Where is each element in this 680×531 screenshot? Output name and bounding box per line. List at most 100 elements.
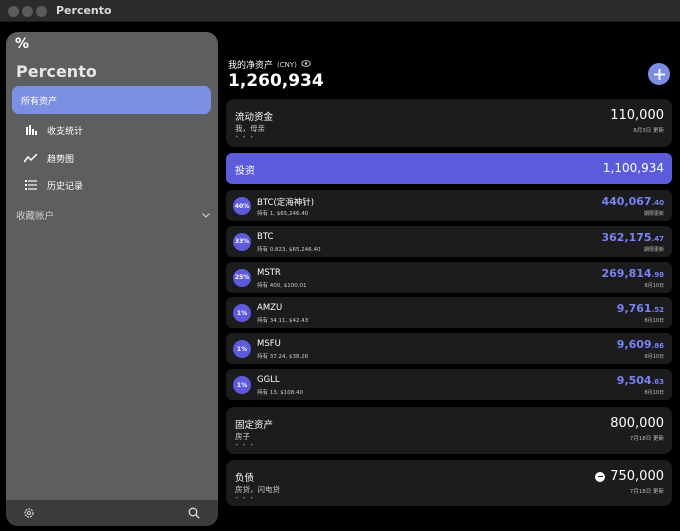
value-decimal: .52 (651, 306, 664, 315)
sidebar: % Percento 所有资产 收支统计 趋势图 历史记录 收藏帐户 (6, 32, 218, 526)
investment-header[interactable]: 投资 1,100,934 (226, 153, 672, 184)
value-integer: 9,504 (616, 374, 652, 387)
allocation-badge: 40% (233, 197, 251, 215)
trend-line-icon (23, 151, 39, 165)
bar-chart-icon (23, 123, 39, 137)
card-title: 负债 (235, 473, 255, 484)
app-name: Percento (16, 62, 97, 81)
holding-name: MSTR (257, 267, 281, 278)
card-title: 流动资金 (235, 112, 274, 123)
more-dots: • • • (235, 495, 255, 502)
holding-row[interactable]: 33% BTC 持有 0.823, $65,246.40 362,175.47 期限更新 (226, 225, 672, 257)
main-content: 我的净资产 (CNY) 1,260,934 流动资金 我，母亲 • • • 11… (226, 22, 680, 531)
holding-detail: 持有 13, $108.40 (257, 390, 303, 396)
favorite-accounts-header[interactable]: 收藏帐户 (16, 208, 210, 222)
holding-row[interactable]: 1% MSFU 持有 37.24, $38.26 9,609.86 8月10日 (226, 333, 672, 365)
value-decimal: .98 (651, 270, 664, 279)
eye-icon[interactable] (301, 59, 311, 70)
holding-date: 期限更新 (643, 211, 664, 217)
allocation-badge: 1% (233, 340, 251, 359)
more-dots: • • • (235, 442, 255, 449)
chevron-down-icon[interactable] (202, 210, 210, 221)
title-bar: Percento (0, 0, 680, 22)
sidebar-item-history[interactable]: 历史记录 (12, 171, 211, 199)
gear-icon[interactable] (22, 506, 36, 520)
holding-date: 8月10日 (644, 354, 664, 361)
add-account-button[interactable] (648, 63, 670, 85)
holding-detail: 持有 400, $100.01 (257, 282, 307, 289)
holding-date: 8月10日 (644, 390, 664, 396)
sidebar-toolbar (6, 500, 218, 526)
holding-detail: 持有 34.11, $42.43 (257, 318, 309, 325)
app-logo: % (15, 36, 30, 52)
liquid-funds-card[interactable]: 流动资金 我，母亲 • • • 110,000 8月3日 更新 (226, 99, 672, 147)
card-amount: 800,000 (610, 416, 664, 431)
holding-row[interactable]: 25% MSTR 持有 400, $100.01 269,814.98 8月10日 (226, 261, 672, 293)
allocation-badge: 33% (233, 232, 251, 251)
card-amount: 110,000 (610, 108, 664, 123)
liabilities-card[interactable]: 负债 房贷，闪电贷 • • • 750,000 7月18日 更新 (226, 460, 672, 506)
minimize-window-button[interactable] (22, 6, 33, 17)
value-integer: 269,814 (601, 266, 652, 280)
card-subtitle: 我，母亲 (235, 124, 265, 133)
value-decimal: .47 (651, 234, 664, 243)
sidebar-item-label: 收支统计 (47, 126, 84, 137)
holding-row[interactable]: 40% BTC(定海神针) 持有 1, $65,246.40 440,067.40 期限… (226, 190, 672, 221)
card-subtitle: 房子 (235, 432, 250, 441)
amount-text: 800,000 (610, 416, 664, 431)
card-amount: 750,000 (595, 469, 664, 484)
more-dots: • • • (235, 134, 255, 141)
holding-value: 440,067.40 (601, 195, 664, 208)
card-date: 7月18日 更新 (629, 489, 664, 495)
holding-detail: 持有 37.24, $38.26 (257, 354, 309, 361)
close-window-button[interactable] (8, 6, 19, 17)
holding-name: BTC (257, 231, 274, 242)
holding-name: MSFU (257, 339, 281, 350)
value-decimal: .63 (651, 378, 664, 386)
zoom-window-button[interactable] (36, 6, 47, 17)
fixed-assets-card[interactable]: 固定资产 房子 • • • 800,000 7月18日 更新 (226, 407, 672, 454)
value-decimal: .40 (651, 199, 664, 207)
holding-row[interactable]: 1% GGLL 持有 13, $108.40 9,504.63 8月10日 (226, 369, 672, 400)
holding-name: GGLL (257, 375, 280, 385)
holding-row[interactable]: 1% AMZU 持有 34.11, $42.43 9,761.52 8月10日 (226, 297, 672, 329)
holding-name: AMZU (257, 303, 283, 314)
holding-value: 9,504.63 (617, 374, 664, 387)
holding-detail: 持有 1, $65,246.40 (257, 211, 309, 217)
holding-date: 期限更新 (643, 246, 664, 253)
sidebar-item-label: 趋势图 (47, 154, 75, 165)
holding-value: 9,609.86 (617, 338, 664, 351)
window-title: Percento (56, 4, 112, 17)
search-icon[interactable] (187, 506, 201, 520)
card-subtitle: 房贷，闪电贷 (235, 485, 280, 494)
sidebar-item-all-assets[interactable]: 所有资产 (12, 86, 211, 114)
sidebar-item-income-stats[interactable]: 收支统计 (12, 116, 211, 144)
holding-date: 8月10日 (644, 318, 664, 325)
value-integer: 362,175 (601, 230, 652, 244)
net-worth-value: 1,260,934 (228, 71, 324, 91)
minus-circle-icon (595, 471, 606, 482)
value-decimal: .86 (651, 342, 664, 351)
currency-label: (CNY) (277, 60, 297, 69)
value-integer: 440,067 (601, 195, 652, 208)
holding-value: 269,814.98 (601, 267, 664, 280)
investment-amount: 1,100,934 (602, 161, 664, 175)
section-label: 收藏帐户 (16, 211, 55, 222)
card-date: 7月18日 更新 (629, 436, 664, 442)
allocation-badge: 25% (233, 268, 251, 287)
net-worth-label: 我的净资产 (CNY) (228, 58, 311, 71)
plus-icon (653, 68, 665, 80)
investment-title: 投资 (235, 166, 255, 177)
allocation-badge: 1% (233, 304, 251, 323)
sidebar-item-label: 所有资产 (21, 96, 58, 107)
allocation-badge: 1% (233, 376, 251, 394)
value-integer: 9,761 (616, 302, 652, 316)
net-worth-title: 我的净资产 (228, 61, 274, 71)
amount-text: 110,000 (610, 108, 664, 123)
card-date: 8月3日 更新 (633, 128, 664, 134)
amount-text: 750,000 (610, 469, 664, 484)
holding-detail: 持有 0.823, $65,246.40 (257, 246, 321, 253)
holding-value: 362,175.47 (601, 231, 664, 244)
sidebar-item-trend[interactable]: 趋势图 (12, 144, 211, 172)
sidebar-item-label: 历史记录 (47, 181, 84, 192)
